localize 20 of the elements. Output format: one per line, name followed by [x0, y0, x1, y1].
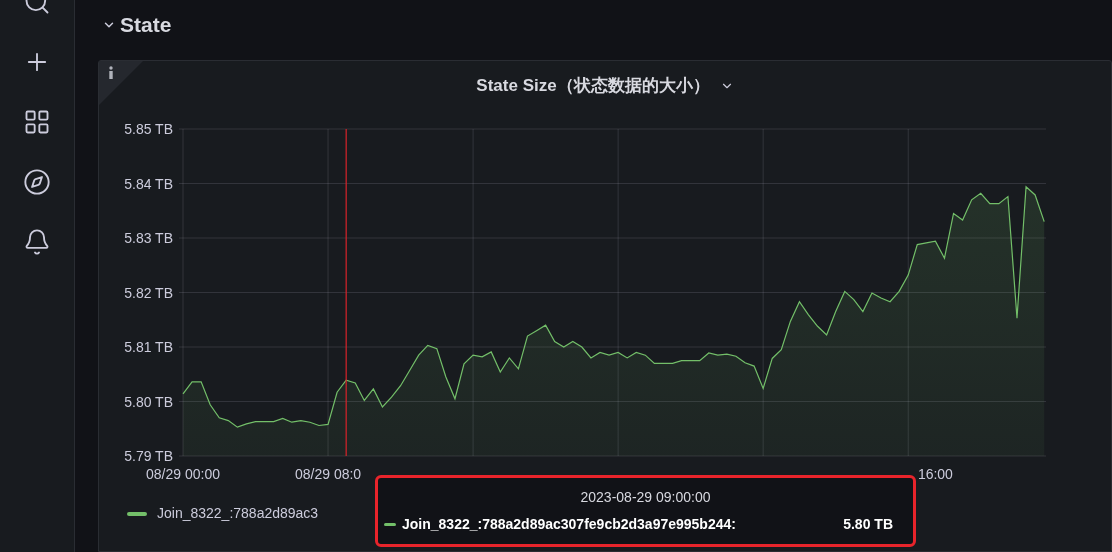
compass-icon[interactable]	[23, 168, 51, 196]
y-tick-label: 5.79 TB	[124, 448, 173, 464]
info-icon[interactable]	[99, 61, 143, 105]
tooltip-time: 2023-08-29 09:00:00	[580, 488, 711, 507]
grid-icon[interactable]	[23, 108, 51, 136]
x-tick-label: 08/29 00:00	[146, 466, 220, 482]
y-tick-label: 5.82 TB	[124, 284, 173, 301]
x-tick-label: 08/29 08:0	[294, 466, 362, 482]
tooltip-series-label: Join_8322_:788a2d89ac307fe9cb2d3a97e995b244:	[402, 515, 736, 534]
y-tick-label: 5.83 TB	[124, 230, 173, 246]
x-tick-label: 16:00	[917, 466, 953, 482]
tooltip-value: 5.80 TB	[843, 515, 894, 534]
y-tick-label: 5.84 TB	[124, 175, 173, 192]
y-tick-label: 5.80 TB	[124, 393, 173, 410]
y-tick-label: 5.81 TB	[124, 339, 173, 355]
bell-icon[interactable]	[23, 228, 51, 256]
section-title[interactable]: State	[120, 9, 172, 41]
legend-label[interactable]: Join_8322_:788a2d89ac3	[157, 503, 319, 524]
panel-title[interactable]: State Size（状态数据的大小）	[476, 73, 710, 99]
y-tick-label: 5.85 TB	[124, 121, 173, 137]
